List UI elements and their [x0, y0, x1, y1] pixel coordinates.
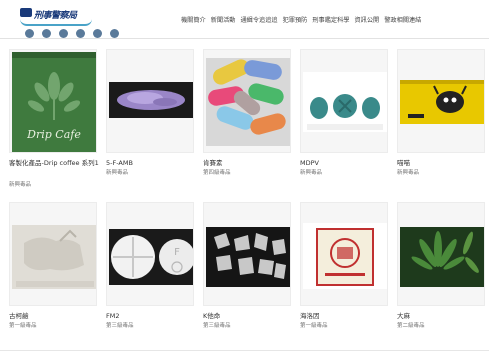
product-title[interactable]: 5-F-AMB — [106, 159, 202, 167]
product-image[interactable] — [300, 202, 388, 306]
product-title[interactable]: K他命 — [203, 312, 299, 320]
product-title[interactable]: 大麻 — [397, 312, 489, 320]
product-category: 第三級毒品 — [203, 323, 231, 329]
product-image[interactable]: F — [106, 202, 194, 306]
social-icon[interactable] — [93, 29, 102, 38]
product-category: 新興毒品 — [300, 170, 323, 176]
social-icons — [25, 29, 119, 38]
nav-item-forensic-science[interactable]: 刑事鑑定科學 — [312, 15, 349, 24]
product-image[interactable] — [300, 49, 388, 153]
nav-item-crime-prevention[interactable]: 犯罪預防 — [283, 15, 308, 24]
site-header: 刑事警察局 機關簡介 新聞活動 通緝令追追追 犯罪預防 刑事鑑定科學 資訊公開 … — [0, 0, 489, 38]
nav-item-related-links[interactable]: 警政相關連結 — [384, 15, 421, 24]
product-category: 新興毒品 — [106, 170, 129, 176]
product-title[interactable]: 客製化產品-Drip coffee 系列1 — [9, 159, 105, 167]
product-title[interactable]: MDPV — [300, 159, 396, 167]
swoosh-graphic — [20, 19, 92, 26]
product-title[interactable]: 古柯鹼 — [9, 312, 105, 320]
product-category: 第二級毒品 — [397, 323, 425, 329]
product-category: 第一級毒品 — [300, 323, 328, 329]
product-category: 新興毒品 — [397, 170, 420, 176]
nav-item-news[interactable]: 新聞活動 — [211, 15, 236, 24]
footer-divider — [0, 350, 489, 351]
social-icon[interactable] — [42, 29, 51, 38]
social-icon[interactable] — [25, 29, 34, 38]
emblem-icon — [20, 8, 32, 17]
product-title[interactable]: FM2 — [106, 312, 202, 320]
product-image[interactable] — [106, 49, 194, 153]
site-logo[interactable]: 刑事警察局 — [10, 4, 92, 32]
product-category: 第一級毒品 — [9, 323, 37, 329]
product-image[interactable] — [397, 202, 485, 306]
product-category: 新興毒品 — [9, 182, 32, 188]
product-image[interactable]: Drip Cafe — [9, 49, 97, 153]
social-icon[interactable] — [76, 29, 85, 38]
social-icon[interactable] — [110, 29, 119, 38]
header-divider — [0, 38, 489, 39]
nav-item-wanted[interactable]: 通緝令追追追 — [241, 15, 278, 24]
product-image[interactable] — [203, 202, 291, 306]
product-title[interactable]: 肯賽素 — [203, 159, 299, 167]
product-category: 第三級毒品 — [106, 323, 134, 329]
svg-text:F: F — [174, 247, 180, 258]
product-category: 第四級毒品 — [203, 170, 231, 176]
nav-item-about[interactable]: 機關簡介 — [181, 15, 206, 24]
nav-item-open-info[interactable]: 資訊公開 — [355, 15, 380, 24]
drip-cafe-text: Drip Cafe — [26, 128, 81, 141]
product-title[interactable]: 喵喵 — [397, 159, 489, 167]
product-image[interactable] — [397, 49, 485, 153]
product-image[interactable] — [9, 202, 97, 306]
product-title[interactable]: 海洛因 — [300, 312, 396, 320]
social-icon[interactable] — [59, 29, 68, 38]
main-nav: 機關簡介 新聞活動 通緝令追追追 犯罪預防 刑事鑑定科學 資訊公開 警政相關連結 — [181, 15, 421, 24]
product-image[interactable] — [203, 49, 291, 153]
